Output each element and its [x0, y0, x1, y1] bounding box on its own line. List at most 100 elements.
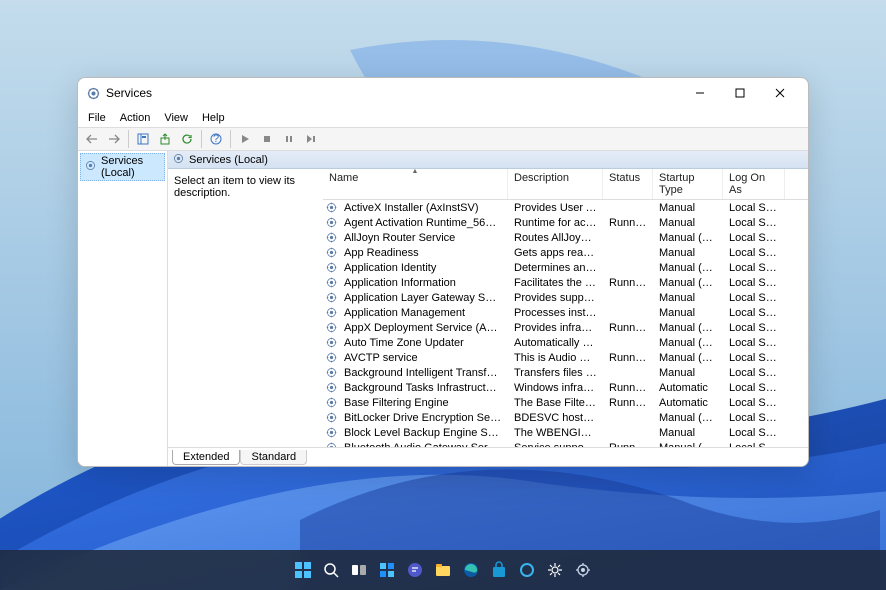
cell-startup: Manual	[653, 247, 723, 259]
cell-description: Routes AllJoyn me...	[508, 232, 603, 244]
view-tabs: Extended Standard	[168, 447, 808, 466]
sort-ascending-icon: ▲	[412, 169, 419, 175]
cell-status: Running	[603, 442, 653, 448]
service-row[interactable]: AllJoyn Router ServiceRoutes AllJoyn me.…	[323, 230, 808, 245]
tab-standard[interactable]: Standard	[240, 450, 307, 465]
cell-description: This is Audio Vide...	[508, 352, 603, 364]
pause-service-button[interactable]	[279, 129, 299, 149]
cell-logon: Local Syste...	[723, 382, 785, 394]
cell-status: Running	[603, 382, 653, 394]
cell-logon: Local Syste...	[723, 412, 785, 424]
close-button[interactable]	[760, 79, 800, 107]
export-button[interactable]	[155, 129, 175, 149]
service-row[interactable]: BitLocker Drive Encryption ServiceBDESVC…	[323, 410, 808, 425]
cell-status: Running	[603, 217, 653, 229]
column-status[interactable]: Status	[603, 169, 653, 199]
toolbar: ?	[78, 127, 808, 151]
cell-description: Determines and v...	[508, 262, 603, 274]
console-tree: Services (Local)	[78, 151, 168, 466]
cell-name: Base Filtering Engine	[338, 397, 508, 409]
column-name[interactable]: Name▲	[323, 169, 508, 199]
gear-icon	[325, 396, 338, 409]
minimize-button[interactable]	[680, 79, 720, 107]
service-row[interactable]: App ReadinessGets apps ready fo...Manual…	[323, 245, 808, 260]
service-row[interactable]: Application IdentityDetermines and v...M…	[323, 260, 808, 275]
cell-logon: Local Service	[723, 232, 785, 244]
service-row[interactable]: Bluetooth Audio Gateway ServiceService s…	[323, 440, 808, 447]
forward-button[interactable]	[104, 129, 124, 149]
restart-service-button[interactable]	[301, 129, 321, 149]
service-row[interactable]: Block Level Backup Engine ServiceThe WBE…	[323, 425, 808, 440]
service-row[interactable]: Agent Activation Runtime_56b39Runtime fo…	[323, 215, 808, 230]
service-row[interactable]: Background Intelligent Transfer ServiceT…	[323, 365, 808, 380]
gear-icon	[325, 261, 338, 274]
column-startup-type[interactable]: Startup Type	[653, 169, 723, 199]
cell-status: Running	[603, 322, 653, 334]
edge-icon[interactable]	[459, 558, 483, 582]
search-icon[interactable]	[319, 558, 343, 582]
menu-file[interactable]: File	[82, 110, 112, 126]
cell-startup: Manual (Trig...	[653, 442, 723, 448]
gear-icon	[325, 366, 338, 379]
widgets-icon[interactable]	[375, 558, 399, 582]
cell-description: Provides infrastru...	[508, 322, 603, 334]
cell-startup: Manual (Trig...	[653, 412, 723, 424]
details-header-label: Services (Local)	[189, 154, 268, 166]
column-logon-as[interactable]: Log On As	[723, 169, 785, 199]
column-headers: Name▲ Description Status Startup Type Lo…	[323, 169, 808, 200]
gear-icon	[325, 426, 338, 439]
menu-action[interactable]: Action	[114, 110, 157, 126]
cell-logon: Local Service	[723, 337, 785, 349]
cell-startup: Automatic	[653, 397, 723, 409]
service-row[interactable]: Application ManagementProcesses installa…	[323, 305, 808, 320]
taskbar-services-icon[interactable]	[571, 558, 595, 582]
stop-service-button[interactable]	[257, 129, 277, 149]
start-service-button[interactable]	[235, 129, 255, 149]
service-row[interactable]: Base Filtering EngineThe Base Filtering …	[323, 395, 808, 410]
explorer-icon[interactable]	[431, 558, 455, 582]
cell-name: AppX Deployment Service (AppXSVC)	[338, 322, 508, 334]
taskview-icon[interactable]	[347, 558, 371, 582]
column-description[interactable]: Description	[508, 169, 603, 199]
cell-logon: Local Syste...	[723, 427, 785, 439]
services-list[interactable]: Name▲ Description Status Startup Type Lo…	[323, 169, 808, 447]
tab-extended[interactable]: Extended	[172, 450, 240, 465]
description-text: Select an item to view its description.	[174, 175, 295, 199]
menu-help[interactable]: Help	[196, 110, 231, 126]
cell-description: Provides support f...	[508, 292, 603, 304]
cell-startup: Manual	[653, 307, 723, 319]
store-icon[interactable]	[487, 558, 511, 582]
taskbar[interactable]	[0, 550, 886, 590]
service-row[interactable]: Application InformationFacilitates the r…	[323, 275, 808, 290]
service-row[interactable]: AppX Deployment Service (AppXSVC)Provide…	[323, 320, 808, 335]
start-button[interactable]	[291, 558, 315, 582]
menu-view[interactable]: View	[158, 110, 194, 126]
tree-node-services-local[interactable]: Services (Local)	[80, 153, 165, 181]
cell-description: Windows infrastru...	[508, 382, 603, 394]
settings-icon[interactable]	[543, 558, 567, 582]
cell-logon: Local Syste...	[723, 307, 785, 319]
service-row[interactable]: ActiveX Installer (AxInstSV)Provides Use…	[323, 200, 808, 215]
chat-icon[interactable]	[403, 558, 427, 582]
service-row[interactable]: Auto Time Zone UpdaterAutomatically sets…	[323, 335, 808, 350]
maximize-button[interactable]	[720, 79, 760, 107]
services-window: Services File Action View Help ? Servic	[77, 77, 809, 467]
service-row[interactable]: Application Layer Gateway ServiceProvide…	[323, 290, 808, 305]
service-row[interactable]: Background Tasks Infrastructure ServiceW…	[323, 380, 808, 395]
cell-name: Background Tasks Infrastructure Service	[338, 382, 508, 394]
cell-startup: Automatic	[653, 382, 723, 394]
refresh-button[interactable]	[177, 129, 197, 149]
gear-icon	[325, 231, 338, 244]
cortana-icon[interactable]	[515, 558, 539, 582]
cell-name: Application Layer Gateway Service	[338, 292, 508, 304]
service-row[interactable]: AVCTP serviceThis is Audio Vide...Runnin…	[323, 350, 808, 365]
show-hide-tree-button[interactable]	[133, 129, 153, 149]
cell-logon: Local Syste...	[723, 277, 785, 289]
help-button[interactable]: ?	[206, 129, 226, 149]
titlebar[interactable]: Services	[78, 78, 808, 108]
back-button[interactable]	[82, 129, 102, 149]
gear-icon	[325, 336, 338, 349]
cell-startup: Manual (Trig...	[653, 232, 723, 244]
cell-logon: Local Syste...	[723, 202, 785, 214]
cell-startup: Manual (Trig...	[653, 262, 723, 274]
